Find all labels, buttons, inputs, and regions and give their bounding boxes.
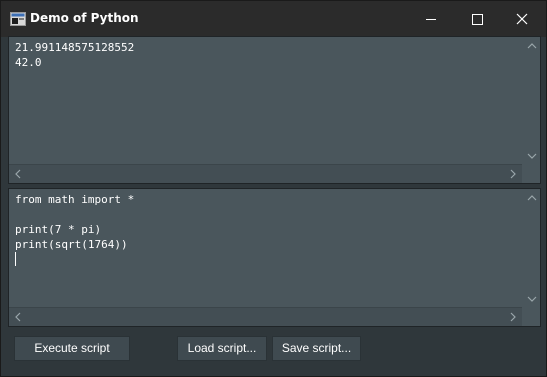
close-button[interactable] [500,1,546,37]
title-bar[interactable]: Demo of Python [1,1,546,37]
output-text: 21.991148575128552 42.0 [15,40,518,70]
output-horizontal-scrollbar[interactable] [9,164,522,183]
editor-line: print(sqrt(1764)) [15,238,128,251]
scroll-up-arrow-icon[interactable] [527,41,537,51]
load-script-button[interactable]: Load script... [177,336,267,361]
scrollbar-corner [522,308,540,326]
output-vertical-scrollbar[interactable] [522,37,540,165]
execute-script-button[interactable]: Execute script [14,336,130,361]
scroll-left-arrow-icon[interactable] [13,169,23,179]
app-window: Demo of Python 21.991148575128552 42.0 f… [0,0,547,377]
editor-line: print(7 * pi) [15,223,102,236]
scroll-right-arrow-icon[interactable] [508,312,518,322]
close-icon [516,13,528,25]
scrollbar-corner [522,165,540,183]
maximize-button[interactable] [454,1,500,37]
text-caret [15,252,16,266]
maximize-icon [472,14,483,25]
window-title: Demo of Python [30,11,139,25]
editor-vertical-scrollbar[interactable] [522,189,540,308]
scroll-left-arrow-icon[interactable] [13,312,23,322]
minimize-icon [426,19,436,20]
editor-text: from math import * print(7 * pi) print(sqr… [15,192,518,252]
save-script-button[interactable]: Save script... [272,336,361,361]
python-app-icon [10,11,26,26]
editor-horizontal-scrollbar[interactable] [9,307,522,326]
scroll-right-arrow-icon[interactable] [508,169,518,179]
scroll-down-arrow-icon[interactable] [527,151,537,161]
minimize-button[interactable] [408,1,454,37]
script-editor[interactable]: from math import * print(7 * pi) print(sqr… [8,188,541,327]
editor-line: from math import * [15,193,135,206]
scroll-down-arrow-icon[interactable] [527,294,537,304]
output-line: 21.991148575128552 [15,41,135,54]
output-textarea[interactable]: 21.991148575128552 42.0 [8,36,541,184]
scroll-up-arrow-icon[interactable] [527,193,537,203]
output-line: 42.0 [15,56,42,69]
